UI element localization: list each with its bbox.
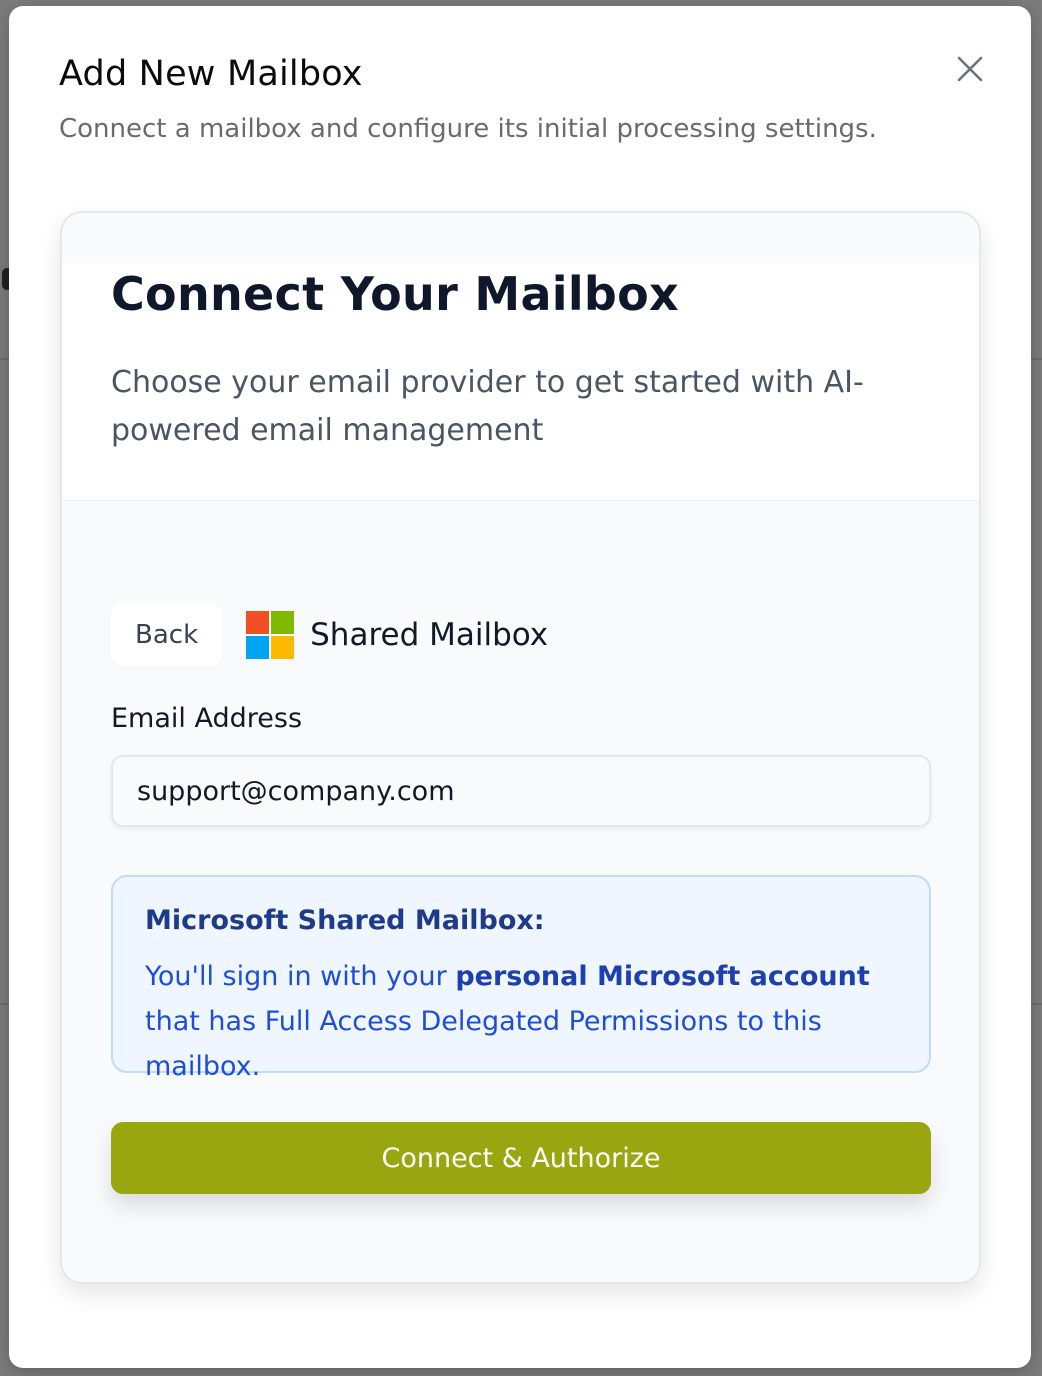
info-text-bold: personal Microsoft account [455,961,870,992]
connect-mailbox-card: Connect Your Mailbox Choose your email p… [60,211,981,1284]
connect-authorize-button[interactable]: Connect & Authorize [111,1122,931,1194]
close-icon [957,56,983,82]
info-title: Microsoft Shared Mailbox: [145,905,545,936]
provider-row: Back Shared Mailbox [111,603,548,667]
info-text-after: that has Full Access Delegated Permissio… [145,1006,822,1082]
card-title: Connect Your Mailbox [111,267,680,321]
logo-square-red [246,611,270,634]
logo-square-green [271,611,295,634]
email-label: Email Address [111,703,303,734]
back-button[interactable]: Back [111,603,223,667]
modal-subtitle: Connect a mailbox and configure its init… [59,114,877,144]
email-input[interactable] [111,755,931,827]
provider-name: Shared Mailbox [310,617,549,653]
logo-square-blue [246,636,270,659]
modal-title: Add New Mailbox [59,54,363,94]
close-button[interactable] [951,50,989,88]
microsoft-logo-icon [246,611,295,659]
card-description: Choose your email provider to get starte… [111,365,864,448]
add-mailbox-modal: Add New Mailbox Connect a mailbox and co… [9,6,1031,1368]
card-header: Connect Your Mailbox Choose your email p… [62,263,979,501]
logo-square-yellow [271,636,295,659]
info-text: You'll sign in with your personal Micros… [145,954,897,1089]
info-text-before: You'll sign in with your [145,961,456,992]
info-box: Microsoft Shared Mailbox: You'll sign in… [111,875,931,1082]
